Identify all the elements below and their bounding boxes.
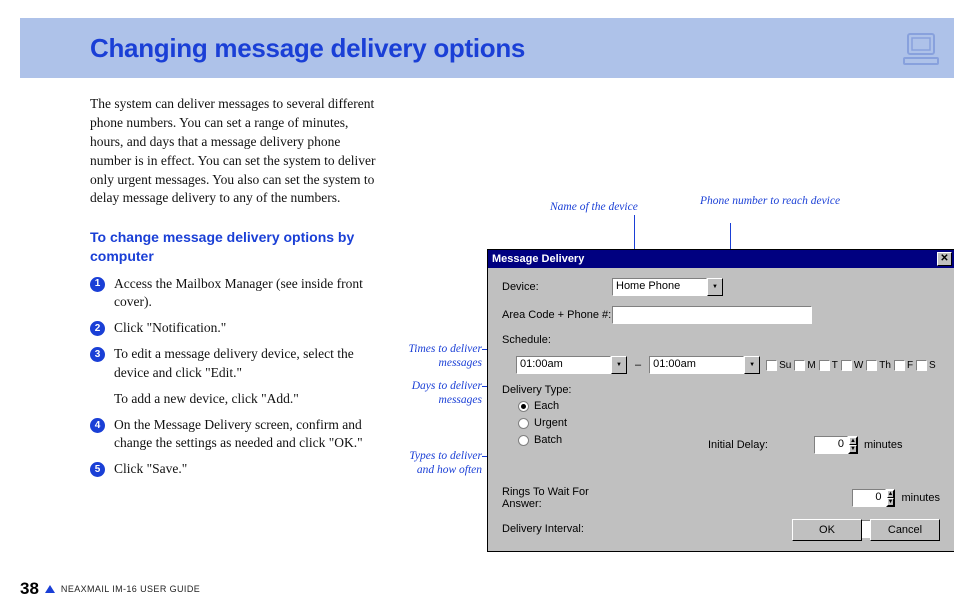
callout-device-name: Name of the device <box>550 201 638 215</box>
combo-arrow[interactable]: ▼ <box>707 278 723 296</box>
callout-days: Days to deliver messages <box>400 380 482 408</box>
step-number: 1 <box>90 277 105 292</box>
step-item: 4 On the Message Delivery screen, confir… <box>90 416 380 452</box>
combo-arrow[interactable]: ▼ <box>744 356 760 374</box>
callout-phone-number: Phone number to reach device <box>700 195 840 209</box>
device-combo[interactable]: Home Phone ▼ <box>612 278 723 296</box>
time-to-value: 01:00am <box>649 356 744 374</box>
day-checkbox-th[interactable] <box>866 360 877 371</box>
step-item: 3 To edit a message delivery device, sel… <box>90 345 380 408</box>
step-list: 1 Access the Mailbox Manager (see inside… <box>90 275 380 479</box>
initial-delay-label: Initial Delay: <box>708 439 808 451</box>
initial-delay-spinner[interactable]: 0 ▲▼ <box>814 436 858 454</box>
dialog-title: Message Delivery <box>492 253 584 265</box>
dialog-figure: Name of the device Phone number to reach… <box>400 195 945 565</box>
day-checkbox-m[interactable] <box>794 360 805 371</box>
computer-icon <box>900 30 944 70</box>
day-checkbox-group: Su M T W Th F S <box>766 360 936 371</box>
schedule-label: Schedule: <box>502 334 612 346</box>
callout-times: Times to deliver messages <box>400 343 482 371</box>
radio-each[interactable] <box>518 401 529 412</box>
device-value: Home Phone <box>612 278 707 296</box>
time-to-combo[interactable]: 01:00am ▼ <box>649 356 760 374</box>
close-button[interactable]: ✕ <box>937 252 952 266</box>
time-from-value: 01:00am <box>516 356 611 374</box>
time-from-combo[interactable]: 01:00am ▼ <box>516 356 627 374</box>
combo-arrow[interactable]: ▼ <box>611 356 627 374</box>
message-delivery-dialog: Message Delivery ✕ Device: Home Phone ▼ … <box>487 249 954 552</box>
day-checkbox-f[interactable] <box>894 360 905 371</box>
day-checkbox-t[interactable] <box>819 360 830 371</box>
page-number: 38 <box>20 579 39 599</box>
step-number: 2 <box>90 321 105 336</box>
page-title: Changing message delivery options <box>90 33 525 64</box>
radio-urgent[interactable] <box>518 418 529 429</box>
interval-label: Delivery Interval: <box>502 523 630 535</box>
body-column: The system can deliver messages to sever… <box>90 95 380 487</box>
step-item: 5 Click "Save." <box>90 460 380 478</box>
step-number: 5 <box>90 462 105 477</box>
day-checkbox-w[interactable] <box>841 360 852 371</box>
step-item: 1 Access the Mailbox Manager (see inside… <box>90 275 380 311</box>
step-item: 2 Click "Notification." <box>90 319 380 337</box>
cancel-button[interactable]: Cancel <box>870 519 940 541</box>
radio-batch[interactable] <box>518 435 529 446</box>
header-band: Changing message delivery options <box>20 18 954 78</box>
triangle-icon <box>45 585 55 593</box>
device-label: Device: <box>502 281 612 293</box>
guide-name: NEAXMAIL IM-16 USER GUIDE <box>61 584 200 594</box>
phone-label: Area Code + Phone #: <box>502 309 612 321</box>
procedure-heading: To change message delivery options by co… <box>90 228 380 264</box>
ok-button[interactable]: OK <box>792 519 862 541</box>
dash: – <box>635 359 641 371</box>
rings-spinner[interactable]: 0 ▲▼ <box>852 489 896 507</box>
intro-paragraph: The system can deliver messages to sever… <box>90 95 380 208</box>
dialog-body: Device: Home Phone ▼ Area Code + Phone #… <box>488 268 954 551</box>
callout-types: Types to deliver and how often <box>400 450 482 478</box>
step-number: 4 <box>90 418 105 433</box>
day-checkbox-s[interactable] <box>916 360 927 371</box>
day-checkbox-su[interactable] <box>766 360 777 371</box>
step-number: 3 <box>90 347 105 362</box>
dialog-titlebar: Message Delivery ✕ <box>488 250 954 268</box>
page-footer: 38 NEAXMAIL IM-16 USER GUIDE <box>20 579 200 599</box>
phone-input[interactable] <box>612 306 812 324</box>
rings-label: Rings To Wait For Answer: <box>502 486 630 510</box>
delivery-type-label: Delivery Type: <box>502 384 572 396</box>
